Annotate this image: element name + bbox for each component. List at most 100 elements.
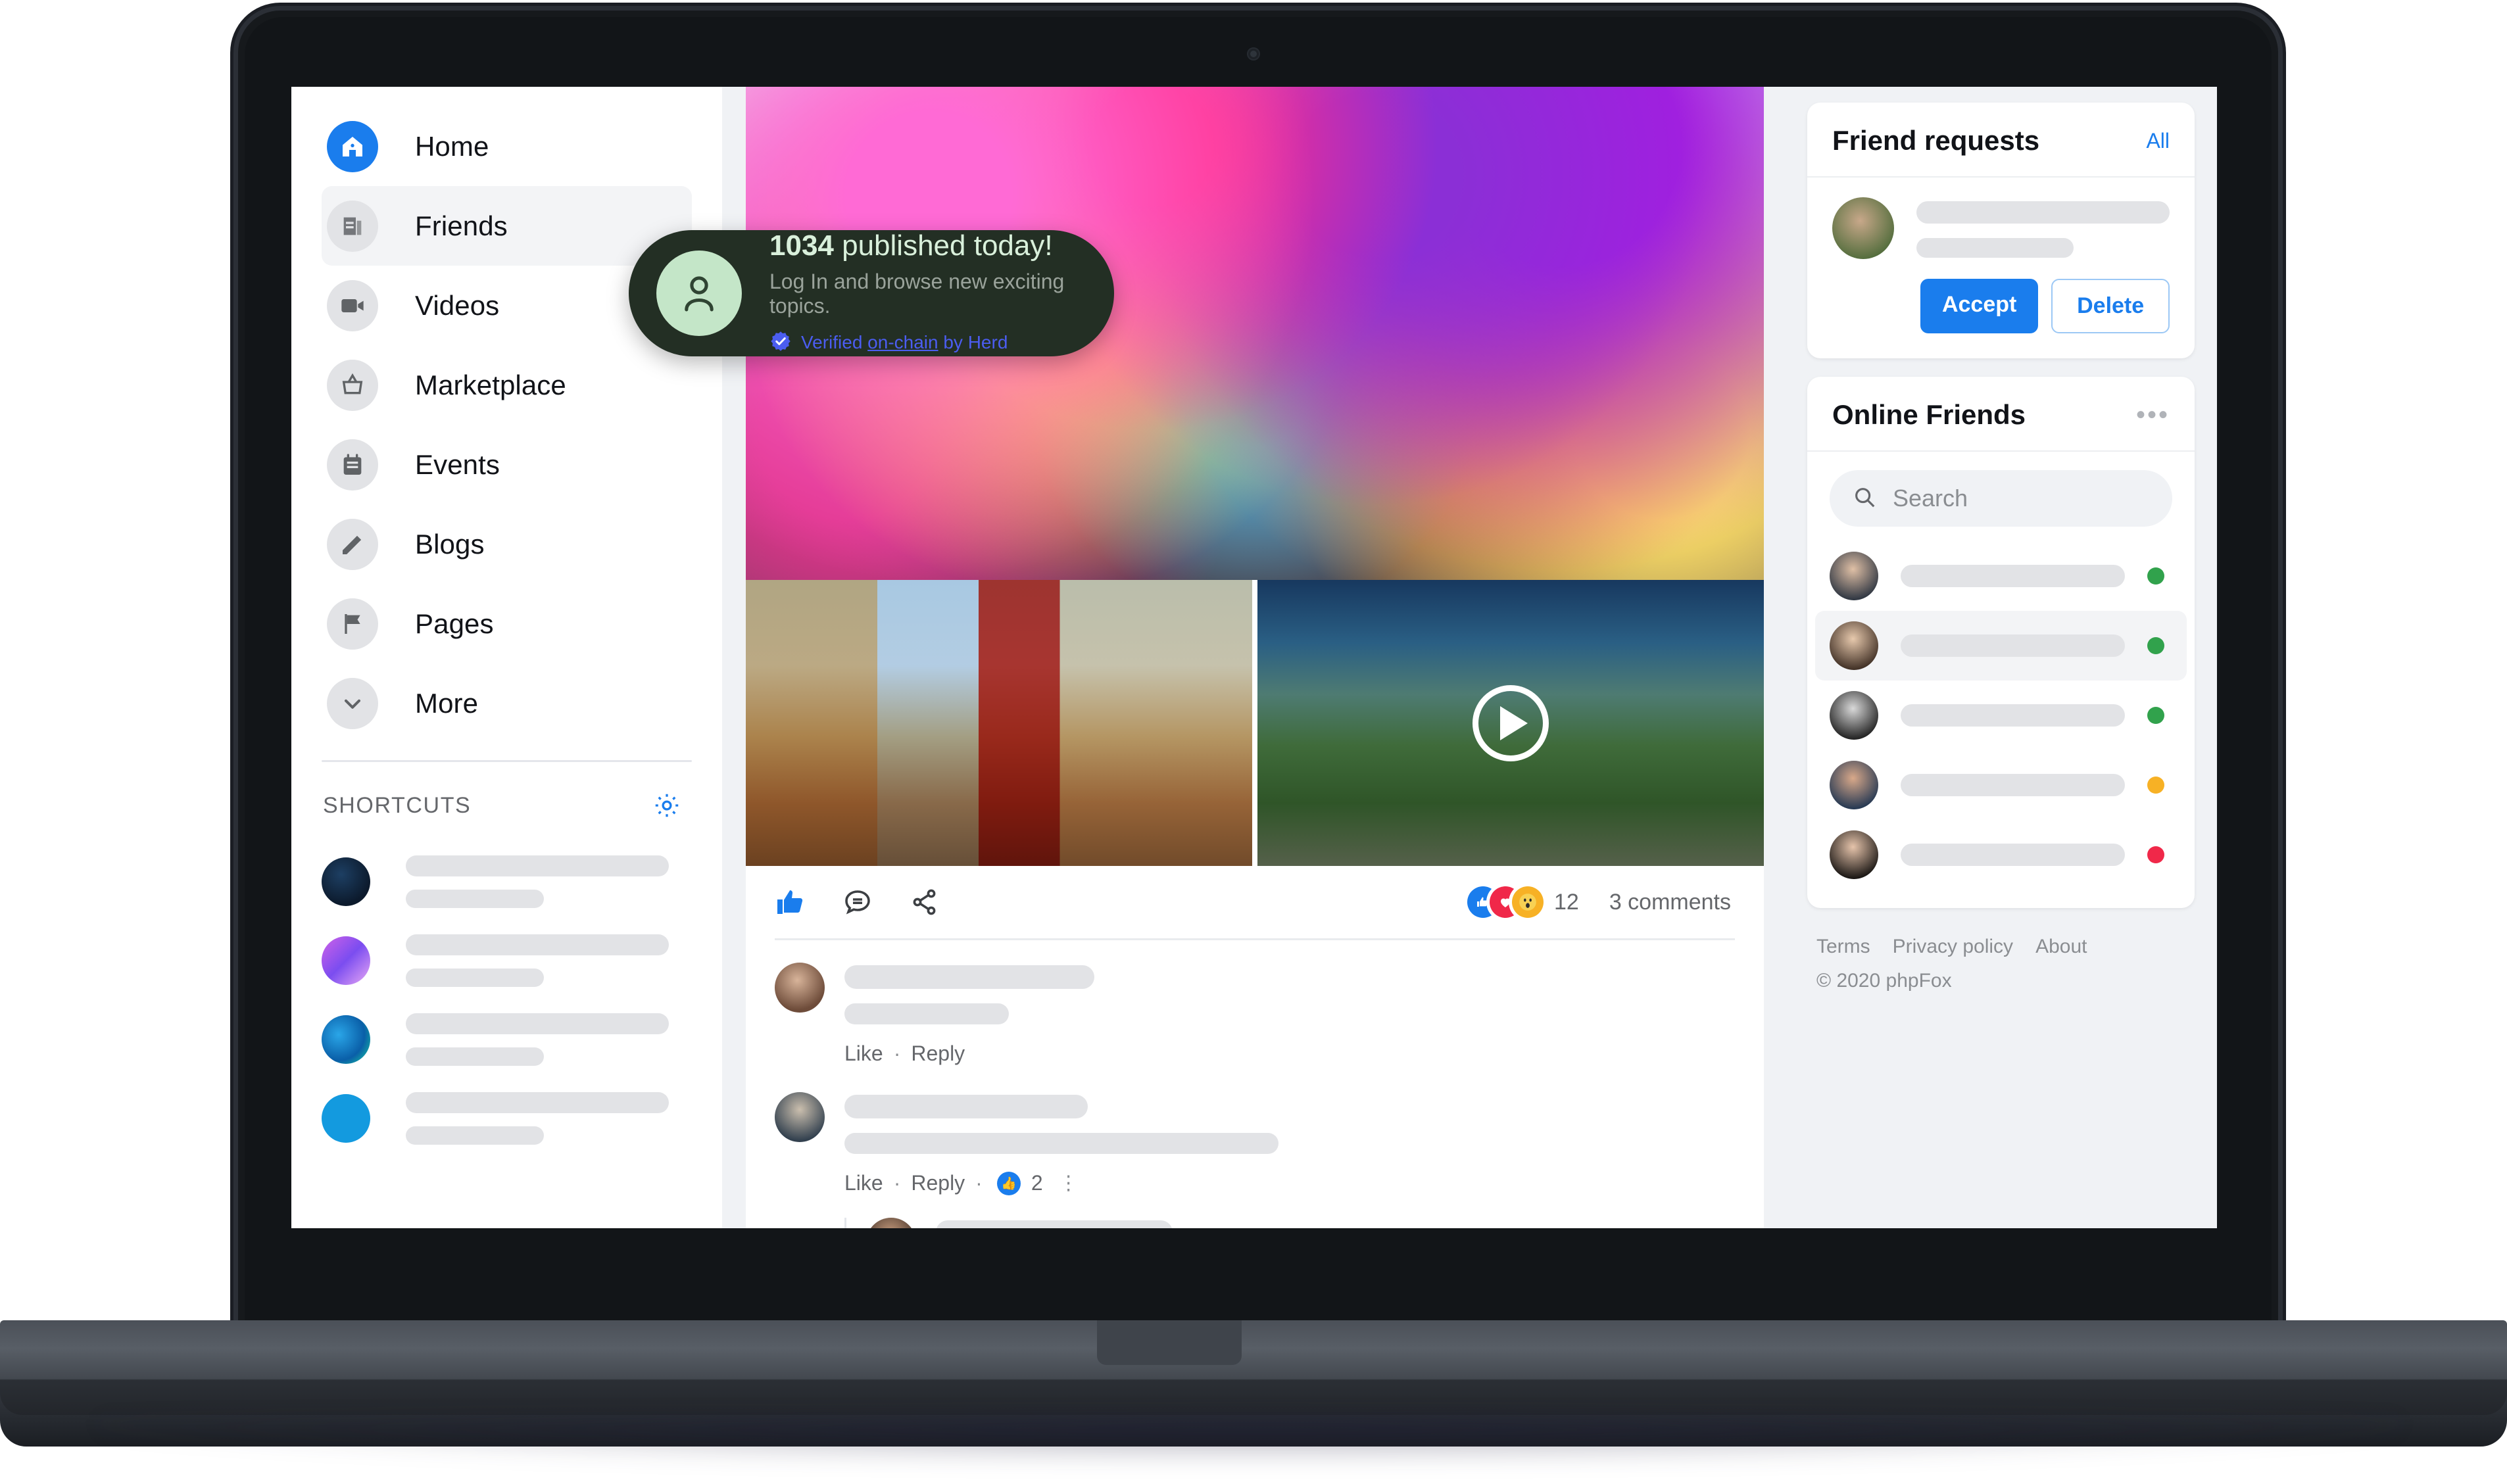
sidebar-item-label: Home xyxy=(415,130,489,162)
thumbs-up-icon[interactable] xyxy=(775,886,806,918)
status-badge xyxy=(2147,777,2164,794)
comment-actions: Like · Reply · 👍 2 ⋮ xyxy=(844,1171,1735,1195)
list-item[interactable] xyxy=(1815,750,2187,820)
accept-button[interactable]: Accept xyxy=(1920,279,2039,333)
status-badge xyxy=(2147,707,2164,724)
search-box[interactable] xyxy=(1830,470,2172,527)
friend-requests-card: Friend requests All Accept Delete xyxy=(1807,103,2195,358)
flag-icon xyxy=(327,598,378,650)
sidebar-item-blogs[interactable]: Blogs xyxy=(322,504,692,584)
reaction-stack[interactable] xyxy=(1467,886,1544,918)
comment-reply-button[interactable]: Reply xyxy=(911,1041,965,1066)
view-all-link[interactable]: All xyxy=(2146,129,2170,153)
page-title: Online Friends xyxy=(1832,399,2026,430)
reaction-like-icon: 👍 xyxy=(996,1171,1021,1195)
published-today-toast[interactable]: 1034 published today! Log In and browse … xyxy=(629,230,1114,356)
sidebar-item-home[interactable]: Home xyxy=(322,107,692,186)
toast-subtitle: Log In and browse new exciting topics. xyxy=(769,269,1065,318)
search-wrapper xyxy=(1807,452,2195,531)
friend-request-actions: Accept Delete xyxy=(1807,259,2195,358)
ellipsis-icon[interactable]: ••• xyxy=(2136,402,2170,428)
list-item[interactable] xyxy=(322,842,692,921)
sidebar-item-pages[interactable]: Pages xyxy=(322,584,692,663)
sidebar-item-label: Blogs xyxy=(415,528,485,560)
avatar xyxy=(1830,761,1878,809)
comment-replies xyxy=(844,1218,1735,1228)
sidebar-item-events[interactable]: Events xyxy=(322,425,692,504)
pencil-icon xyxy=(327,518,378,570)
list-item[interactable] xyxy=(322,1079,692,1158)
gear-icon[interactable] xyxy=(652,791,681,820)
delete-button[interactable]: Delete xyxy=(2051,279,2170,333)
list-item[interactable] xyxy=(1815,611,2187,681)
sidebar-item-label: Marketplace xyxy=(415,369,566,400)
avatar[interactable] xyxy=(775,1092,825,1142)
video-camera-icon xyxy=(327,279,378,331)
calendar-icon xyxy=(327,439,378,491)
reaction-count: 12 xyxy=(1553,889,1579,915)
chevron-down-icon xyxy=(327,677,378,729)
verified-text: Verified on-chain by Herd xyxy=(801,332,1008,353)
comment-reaction-count: 2 xyxy=(1031,1171,1043,1195)
avatar xyxy=(1830,830,1878,879)
comment-menu-icon[interactable]: ⋮ xyxy=(1059,1172,1079,1195)
search-input[interactable] xyxy=(1891,484,2150,513)
laptop-base xyxy=(0,1320,2507,1415)
shopping-basket-icon xyxy=(327,359,378,411)
shortcuts-title: SHORTCUTS xyxy=(323,792,472,818)
laptop-shadow xyxy=(99,1417,2400,1463)
list-item[interactable] xyxy=(322,1000,692,1079)
separator: · xyxy=(975,1171,983,1195)
avatar[interactable] xyxy=(775,963,825,1013)
play-icon[interactable] xyxy=(1473,684,1549,761)
published-count: 1034 xyxy=(769,229,834,262)
comment-reply-button[interactable]: Reply xyxy=(911,1171,965,1195)
sidebar-item-marketplace[interactable]: Marketplace xyxy=(322,345,692,425)
shortcut-avatar xyxy=(322,857,370,906)
comment-item xyxy=(775,963,1735,1024)
privacy-policy-link[interactable]: Privacy policy xyxy=(1893,936,2013,958)
comments-section: Like · Reply Like · Reply · 👍 2 ⋮ xyxy=(746,940,1764,1228)
friends-icon xyxy=(327,200,378,252)
status-badge xyxy=(2147,567,2164,585)
shortcuts-list xyxy=(291,820,722,1158)
card-header: Friend requests All xyxy=(1807,103,2195,178)
shortcut-avatar xyxy=(322,936,370,985)
avatar[interactable] xyxy=(866,1218,916,1228)
avatar xyxy=(1830,621,1878,670)
comment-count[interactable]: 3 comments xyxy=(1609,890,1731,915)
shortcut-avatar xyxy=(322,1015,370,1064)
sidebar-item-friends[interactable]: Friends xyxy=(322,186,692,266)
separator: · xyxy=(893,1041,901,1065)
status-badge xyxy=(2147,846,2164,863)
list-item[interactable] xyxy=(1815,681,2187,750)
comment-like-button[interactable]: Like xyxy=(844,1171,883,1195)
online-friends-list xyxy=(1807,531,2195,908)
post-tile-photo[interactable] xyxy=(746,580,1252,866)
comment-actions: Like · Reply xyxy=(844,1041,1735,1066)
shortcuts-header: SHORTCUTS xyxy=(291,762,722,820)
right-sidebar: Friend requests All Accept Delete Online… xyxy=(1785,87,2217,1228)
post-tile-video[interactable] xyxy=(1257,580,1764,866)
post-media-grid xyxy=(746,580,1764,866)
home-icon xyxy=(327,120,378,172)
footer-links: Terms Privacy policy About xyxy=(1816,936,2184,958)
comment-bubble-icon[interactable] xyxy=(842,886,873,918)
list-item[interactable] xyxy=(1815,820,2187,890)
laptop-device: Home Friends Videos Marketplace Events B… xyxy=(0,0,2507,1484)
terms-link[interactable]: Terms xyxy=(1816,936,1870,958)
avatar[interactable] xyxy=(1832,197,1894,259)
comment-like-button[interactable]: Like xyxy=(844,1041,883,1066)
on-chain-link[interactable]: on-chain xyxy=(867,332,938,352)
list-item[interactable] xyxy=(322,921,692,1000)
share-icon[interactable] xyxy=(909,886,940,918)
online-friends-card: Online Friends ••• xyxy=(1807,377,2195,908)
social-network-page: Home Friends Videos Marketplace Events B… xyxy=(291,87,2217,1228)
copyright: © 2020 phpFox xyxy=(1816,970,1952,992)
search-icon xyxy=(1852,485,1877,513)
sidebar-item-more[interactable]: More xyxy=(322,663,692,743)
verified-badge-icon xyxy=(769,330,792,356)
list-item[interactable] xyxy=(1815,541,2187,611)
sidebar-item-label: Videos xyxy=(415,289,500,321)
about-link[interactable]: About xyxy=(2035,936,2087,958)
